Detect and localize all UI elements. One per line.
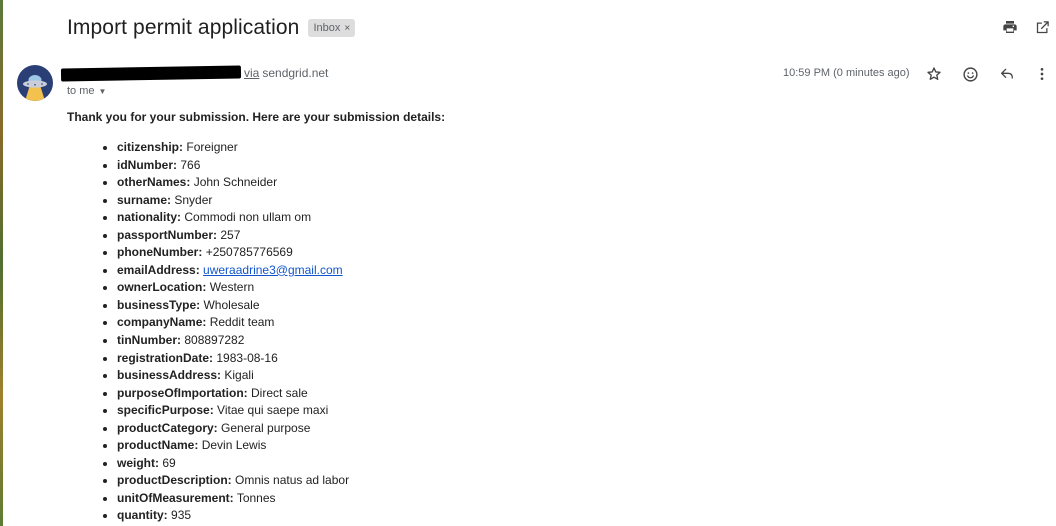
detail-key: purposeOfImportation:	[117, 385, 248, 400]
detail-item: otherNames: John Schneider	[117, 174, 349, 192]
detail-value: Foreigner	[186, 140, 238, 154]
detail-key: productName:	[117, 438, 199, 453]
detail-key: nationality:	[117, 210, 182, 225]
sender-row: via sendgrid.net	[60, 64, 329, 82]
detail-key: registrationDate:	[117, 350, 214, 365]
detail-key: emailAddress:	[117, 262, 200, 277]
timestamp: 10:59 PM (0 minutes ago)	[783, 67, 910, 79]
detail-item: specificPurpose: Vitae qui saepe maxi	[117, 402, 349, 420]
ufo-avatar-icon[interactable]	[17, 65, 53, 101]
detail-item: surname: Snyder	[117, 192, 349, 210]
detail-item: tinNumber: 808897282	[117, 332, 349, 350]
detail-item: registrationDate: 1983-08-16	[117, 350, 349, 368]
detail-item: productDescription: Omnis natus ad labor	[117, 472, 349, 490]
submission-details-list: citizenship: ForeigneridNumber: 766other…	[67, 139, 349, 525]
detail-item: businessType: Wholesale	[117, 297, 349, 315]
detail-key: phoneNumber:	[117, 245, 203, 260]
detail-key: idNumber:	[117, 157, 177, 172]
emoji-reaction-icon[interactable]	[960, 64, 980, 84]
chevron-down-icon[interactable]: ▼	[99, 87, 107, 96]
detail-item: productName: Devin Lewis	[117, 437, 349, 455]
window-edge	[0, 0, 3, 526]
print-icon[interactable]	[1000, 17, 1020, 37]
detail-key: companyName:	[117, 315, 207, 330]
detail-key: otherNames:	[117, 175, 191, 190]
detail-key: businessType:	[117, 297, 201, 312]
detail-item: companyName: Reddit team	[117, 314, 349, 332]
detail-item: nationality: Commodi non ullam om	[117, 209, 349, 227]
detail-key: businessAddress:	[117, 368, 222, 383]
detail-value: Tonnes	[236, 490, 276, 505]
detail-value: Omnis natus ad labor	[235, 473, 350, 488]
detail-value: 1983-08-16	[216, 350, 278, 365]
sender-domain: sendgrid.net	[262, 66, 329, 80]
recipient-text: to me	[67, 85, 95, 97]
detail-value: 69	[162, 455, 176, 470]
detail-item: passportNumber: 257	[117, 227, 349, 245]
detail-key: unitOfMeasurement:	[117, 490, 234, 505]
detail-value: John Schneider	[193, 175, 278, 190]
detail-item: businessAddress: Kigali	[117, 367, 349, 385]
detail-value: 766	[180, 157, 201, 172]
reply-icon[interactable]	[997, 64, 1017, 84]
detail-key: tinNumber:	[117, 333, 181, 348]
detail-key: surname:	[117, 192, 172, 207]
detail-key: citizenship:	[117, 140, 184, 154]
detail-item: idNumber: 766	[117, 157, 349, 175]
detail-value: Direct sale	[251, 385, 308, 400]
email-intro: Thank you for your submission. Here are …	[67, 110, 446, 124]
detail-value: Commodi non ullam om	[184, 210, 312, 225]
detail-value: Devin Lewis	[201, 438, 267, 453]
inbox-label[interactable]: Inbox ×	[308, 19, 356, 37]
remove-label-icon[interactable]: ×	[344, 23, 350, 34]
detail-value: Reddit team	[209, 315, 275, 330]
detail-key: quantity:	[117, 508, 168, 523]
detail-key: weight:	[117, 455, 159, 470]
detail-item: productCategory: General purpose	[117, 420, 349, 438]
redacted-sender-name	[60, 64, 242, 82]
detail-value: 808897282	[184, 333, 245, 348]
recipient-row: to me ▼	[67, 85, 106, 97]
detail-item: emailAddress: uweraadrine3@gmail.com	[117, 262, 349, 280]
detail-item: ownerLocation: Western	[117, 279, 349, 297]
detail-value: Vitae qui saepe maxi	[217, 403, 329, 418]
detail-item: weight: 69	[117, 455, 349, 473]
detail-value: 257	[220, 227, 241, 242]
star-icon[interactable]	[924, 64, 944, 84]
email-address-link[interactable]: uweraadrine3@gmail.com	[203, 263, 343, 277]
detail-item: unitOfMeasurement: Tonnes	[117, 490, 349, 508]
via-link[interactable]: via	[244, 66, 259, 80]
detail-key: ownerLocation:	[117, 280, 207, 295]
detail-value: General purpose	[221, 420, 311, 435]
detail-value: 935	[171, 508, 192, 523]
detail-item: quantity: 935	[117, 507, 349, 525]
detail-value: +250785776569	[205, 245, 293, 260]
email-subject: Import permit application	[67, 16, 300, 39]
detail-key: specificPurpose:	[117, 403, 214, 418]
inbox-label-text: Inbox	[313, 22, 341, 34]
detail-value: Western	[209, 280, 255, 295]
detail-value: Wholesale	[203, 297, 260, 312]
detail-key: passportNumber:	[117, 227, 218, 242]
detail-item: phoneNumber: +250785776569	[117, 244, 349, 262]
detail-item: citizenship: Foreigner	[117, 139, 349, 157]
detail-key: productDescription:	[117, 473, 232, 488]
more-options-icon[interactable]	[1032, 64, 1052, 84]
detail-value: Snyder	[174, 192, 213, 207]
detail-value: Kigali	[224, 368, 254, 383]
open-in-new-window-icon[interactable]	[1032, 17, 1052, 37]
subject-row: Import permit application Inbox ×	[67, 14, 356, 42]
detail-key: productCategory:	[117, 420, 218, 435]
detail-item: purposeOfImportation: Direct sale	[117, 385, 349, 403]
